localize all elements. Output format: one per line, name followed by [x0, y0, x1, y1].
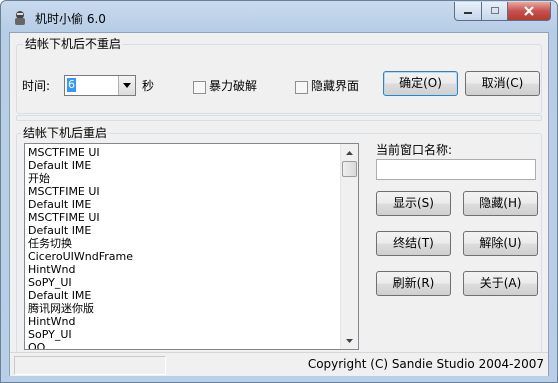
window-listbox[interactable]: MSCTFIME UI Default IME 开始 MSCTFIME UI Defau… [24, 143, 359, 350]
title-bar[interactable]: 机时小偷 6.0 [1, 1, 557, 33]
list-item[interactable]: MSCTFIME UI [28, 211, 338, 224]
separator [16, 115, 542, 121]
list-item[interactable]: SoPY_UI [28, 276, 338, 289]
list-item[interactable]: Default IME [28, 224, 338, 237]
refresh-button[interactable]: 刷新(R) [376, 271, 451, 296]
scroll-up-button[interactable] [341, 144, 358, 161]
time-select[interactable]: 6 [64, 75, 136, 96]
hide-ui-label[interactable]: 隐藏界面 [311, 79, 359, 93]
time-select-value: 6 [67, 78, 76, 92]
current-window-field[interactable] [376, 159, 536, 180]
list-item[interactable]: QQ [28, 341, 338, 349]
list-item[interactable]: SoPY_UI [28, 328, 338, 341]
seconds-label: 秒 [142, 79, 155, 93]
hide-ui-checkbox[interactable] [295, 81, 308, 94]
window-title: 机时小偷 6.0 [35, 12, 106, 26]
list-item[interactable]: 腾讯网迷你版 [28, 302, 338, 315]
minimize-button[interactable] [454, 2, 482, 21]
list-item[interactable]: CiceroUIWndFrame [28, 250, 338, 263]
list-item[interactable]: Default IME [28, 198, 338, 211]
chevron-down-icon [123, 83, 131, 88]
status-pane-left [14, 356, 166, 375]
maximize-button[interactable] [482, 2, 508, 21]
list-item[interactable]: HintWnd [28, 263, 338, 276]
ok-button[interactable]: 确定(O) [383, 71, 458, 96]
terminate-button[interactable]: 终结(T) [376, 231, 451, 256]
restart-group-label: 结帐下机后重启 [21, 126, 110, 140]
current-window-label: 当前窗口名称: [376, 143, 453, 157]
no-restart-group-label: 结帐下机后不重启 [23, 37, 124, 51]
cancel-button[interactable]: 取消(C) [465, 71, 540, 96]
app-window: 机时小偷 6.0 结帐下机后不重启 时间: 6 秒 暴力破解 隐藏界面 确定(O… [0, 0, 558, 383]
close-button[interactable] [508, 2, 551, 21]
minimize-icon [464, 12, 472, 14]
show-button[interactable]: 显示(S) [376, 191, 451, 216]
scroll-thumb[interactable] [342, 161, 357, 177]
dropdown-arrow[interactable] [118, 76, 135, 95]
app-icon [11, 9, 29, 27]
about-button[interactable]: 关于(A) [463, 271, 538, 296]
copyright-text: Copyright (C) Sandie Studio 2004-2007 [307, 357, 544, 371]
list-item[interactable]: HintWnd [28, 315, 338, 328]
caption-buttons [454, 2, 551, 22]
force-crack-checkbox[interactable] [193, 81, 206, 94]
close-icon [524, 6, 534, 16]
list-item[interactable]: Default IME [28, 159, 338, 172]
scroll-up-icon [346, 150, 353, 155]
list-item[interactable]: MSCTFIME UI [28, 146, 338, 159]
scroll-down-button[interactable] [341, 332, 358, 349]
maximize-icon [490, 7, 499, 14]
list-item[interactable]: 任务切换 [28, 237, 338, 250]
time-label: 时间: [22, 79, 51, 93]
hide-button[interactable]: 隐藏(H) [463, 191, 538, 216]
scroll-down-icon [346, 338, 353, 343]
list-item[interactable]: Default IME [28, 289, 338, 302]
vertical-scrollbar[interactable] [340, 144, 358, 349]
client-area: 结帐下机后不重启 时间: 6 秒 暴力破解 隐藏界面 确定(O) 取消(C) 结… [9, 32, 549, 376]
list-item[interactable]: MSCTFIME UI [28, 185, 338, 198]
list-item[interactable]: 开始 [28, 172, 338, 185]
status-bar: Copyright (C) Sandie Studio 2004-2007 [10, 352, 548, 376]
unlock-button[interactable]: 解除(U) [463, 231, 538, 256]
force-crack-label[interactable]: 暴力破解 [209, 79, 257, 93]
window-list: MSCTFIME UI Default IME 开始 MSCTFIME UI Defau… [28, 146, 338, 349]
